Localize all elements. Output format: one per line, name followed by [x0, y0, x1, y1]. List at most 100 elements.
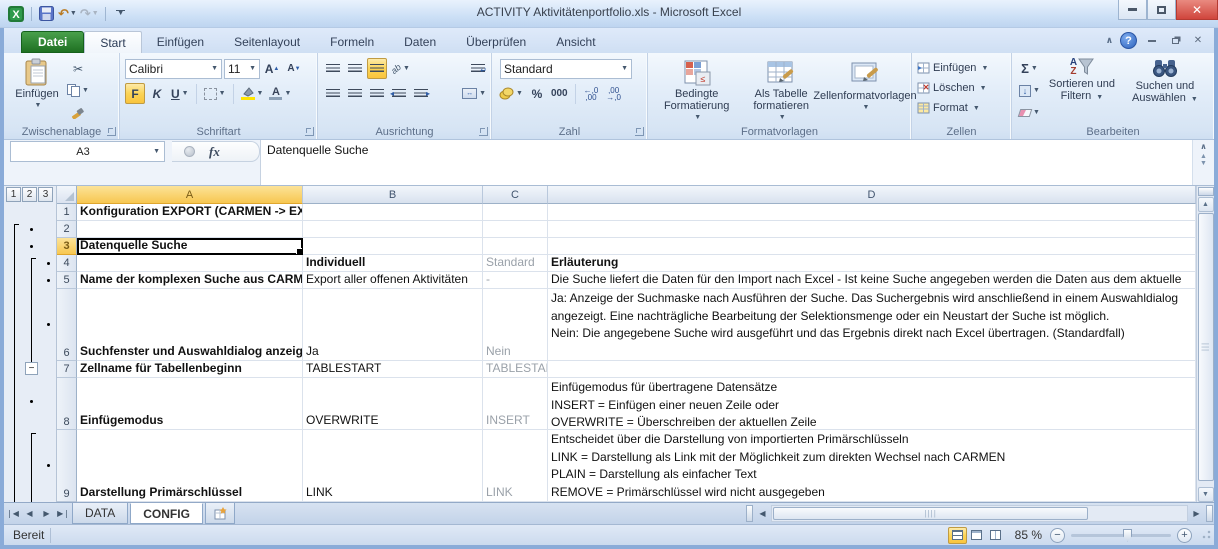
font-size-box[interactable]: 11▼ [224, 59, 260, 79]
cell-b4[interactable]: Individuell [303, 255, 483, 272]
fill-color-button[interactable]: ▼ [239, 83, 266, 104]
doc-close-button[interactable]: ✕ [1190, 34, 1206, 48]
dialog-launcher-icon[interactable] [107, 127, 116, 136]
zoom-slider[interactable] [1071, 534, 1171, 537]
cell-a6[interactable]: Suchfenster und Auswahldialog anzeigen [77, 289, 303, 361]
copy-button[interactable]: ▼ [65, 80, 91, 101]
cell-d7[interactable] [548, 361, 1196, 378]
cell-a3-selected[interactable]: Datenquelle Suche [77, 238, 303, 255]
fill-button[interactable]: ↓▼ [1017, 80, 1042, 101]
delete-cells-button[interactable]: ✕ Löschen▼ [917, 78, 1008, 98]
row-header-8[interactable]: 8 [57, 378, 77, 430]
cell-b2[interactable] [303, 221, 483, 238]
decrease-indent-button[interactable]: ◂ [389, 83, 409, 104]
align-right-button[interactable] [367, 83, 387, 104]
cell-c9[interactable]: LINK [483, 430, 548, 502]
column-header-d[interactable]: D [548, 186, 1196, 204]
previous-sheet-button[interactable]: ◀ [21, 503, 38, 524]
column-header-b[interactable]: B [303, 186, 483, 204]
align-center-button[interactable] [345, 83, 365, 104]
split-handle[interactable] [1198, 187, 1214, 196]
minimize-ribbon-chevron-icon[interactable]: ∧ [1106, 35, 1113, 46]
horizontal-scrollbar[interactable]: |||| [771, 505, 1188, 522]
cell-d8[interactable]: Einfügemodus für übertragene Datensätze … [548, 378, 1196, 430]
cell-a9[interactable]: Darstellung Primärschlüssel [77, 430, 303, 502]
orientation-button[interactable]: ab▼ [389, 58, 412, 79]
vertical-scroll-thumb[interactable]: ||| [1198, 213, 1214, 481]
cell-b1[interactable] [303, 204, 483, 221]
cut-button[interactable]: ✂ [65, 58, 91, 79]
number-format-box[interactable]: Standard▼ [500, 59, 632, 79]
zoom-out-button[interactable]: − [1050, 528, 1065, 543]
name-box[interactable]: A3 ▼ [10, 141, 165, 162]
paste-button[interactable]: Einfügen ▼ [9, 56, 65, 123]
cell-c1[interactable] [483, 204, 548, 221]
minimize-button[interactable] [1118, 0, 1147, 20]
doc-minimize-button[interactable] [1144, 34, 1160, 48]
clear-button[interactable]: ▼ [1017, 102, 1042, 123]
zoom-level[interactable]: 85 % [1015, 528, 1042, 542]
outline-level-1-button[interactable]: 1 [6, 187, 21, 202]
row-header-4[interactable]: 4 [57, 255, 77, 272]
row-header-3[interactable]: 3 [57, 238, 77, 255]
tab-ansicht[interactable]: Ansicht [541, 31, 610, 53]
percent-style-button[interactable]: % [527, 83, 547, 104]
align-left-button[interactable] [323, 83, 343, 104]
cell-c7[interactable]: TABLESTART [483, 361, 548, 378]
resize-grip[interactable] [1200, 529, 1212, 541]
cell-d2[interactable] [548, 221, 1196, 238]
align-middle-button[interactable] [345, 58, 365, 79]
cell-d9[interactable]: Entscheidet über die Darstellung von imp… [548, 430, 1196, 502]
tab-ueberpruefen[interactable]: Überprüfen [451, 31, 541, 53]
cell-a5[interactable]: Name der komplexen Suche aus CARMEN [77, 272, 303, 289]
cell-b5[interactable]: Export aller offenen Aktivitäten [303, 272, 483, 289]
dialog-launcher-icon[interactable] [479, 127, 488, 136]
page-layout-view-button[interactable] [967, 527, 986, 544]
accounting-format-button[interactable]: ▼ [497, 83, 525, 104]
doc-restore-button[interactable] [1167, 34, 1183, 48]
outline-level-3-button[interactable]: 3 [38, 187, 53, 202]
italic-button[interactable]: K [147, 83, 167, 104]
format-as-table-button[interactable]: Als Tabelle formatieren ▼ [740, 56, 822, 123]
expand-formula-bar-chevron-icon[interactable]: ∧ [1200, 142, 1207, 151]
cell-b9[interactable]: LINK [303, 430, 483, 502]
row-header-5[interactable]: 5 [57, 272, 77, 289]
autosum-button[interactable]: Σ▼ [1017, 58, 1042, 79]
cell-c6[interactable]: Nein [483, 289, 548, 361]
cell-a4[interactable] [77, 255, 303, 272]
dialog-launcher-icon[interactable] [305, 127, 314, 136]
scroll-down-button[interactable]: ▼ [1198, 487, 1214, 502]
row-header-1[interactable]: 1 [57, 204, 77, 221]
decrease-decimal-button[interactable]: ,00→,0 [603, 83, 624, 104]
select-all-corner[interactable] [57, 186, 77, 204]
cell-c2[interactable] [483, 221, 548, 238]
sheet-tab-config[interactable]: CONFIG [130, 503, 203, 524]
cell-b8[interactable]: OVERWRITE [303, 378, 483, 430]
hscroll-right-button[interactable]: ▶ [1188, 503, 1205, 524]
wrap-text-button[interactable]: ↵ [468, 58, 488, 79]
normal-view-button[interactable] [948, 527, 967, 544]
grow-font-button[interactable]: A▲ [262, 58, 282, 79]
next-sheet-button[interactable]: ▶ [38, 503, 55, 524]
cell-d5[interactable]: Die Suche liefert die Daten für den Impo… [548, 272, 1196, 289]
first-sheet-button[interactable]: ❘◀ [4, 503, 21, 524]
column-header-a[interactable]: A [77, 186, 303, 204]
insert-cells-button[interactable]: Einfügen▼ [917, 58, 1008, 78]
font-name-box[interactable]: Calibri▼ [125, 59, 222, 79]
tab-formeln[interactable]: Formeln [315, 31, 389, 53]
tab-einfuegen[interactable]: Einfügen [142, 31, 219, 53]
row-header-6[interactable]: 6 [57, 289, 77, 361]
comma-style-button[interactable]: 000 [549, 83, 570, 104]
row-header-9[interactable]: 9 [57, 430, 77, 502]
underline-button[interactable]: U▼ [169, 83, 191, 104]
maximize-button[interactable] [1147, 0, 1176, 20]
increase-decimal-button[interactable]: ←,0,00 [581, 83, 602, 104]
increase-indent-button[interactable]: ▸ [411, 83, 431, 104]
cell-c4[interactable]: Standard [483, 255, 548, 272]
dialog-launcher-icon[interactable] [635, 127, 644, 136]
cell-d3[interactable] [548, 238, 1196, 255]
cell-a1[interactable]: Konfiguration EXPORT (CARMEN -> EXCEL) [77, 204, 303, 221]
insert-worksheet-button[interactable] [205, 503, 235, 524]
find-select-button[interactable]: Suchen und Auswählen ▼ [1122, 56, 1208, 123]
cell-b3[interactable] [303, 238, 483, 255]
